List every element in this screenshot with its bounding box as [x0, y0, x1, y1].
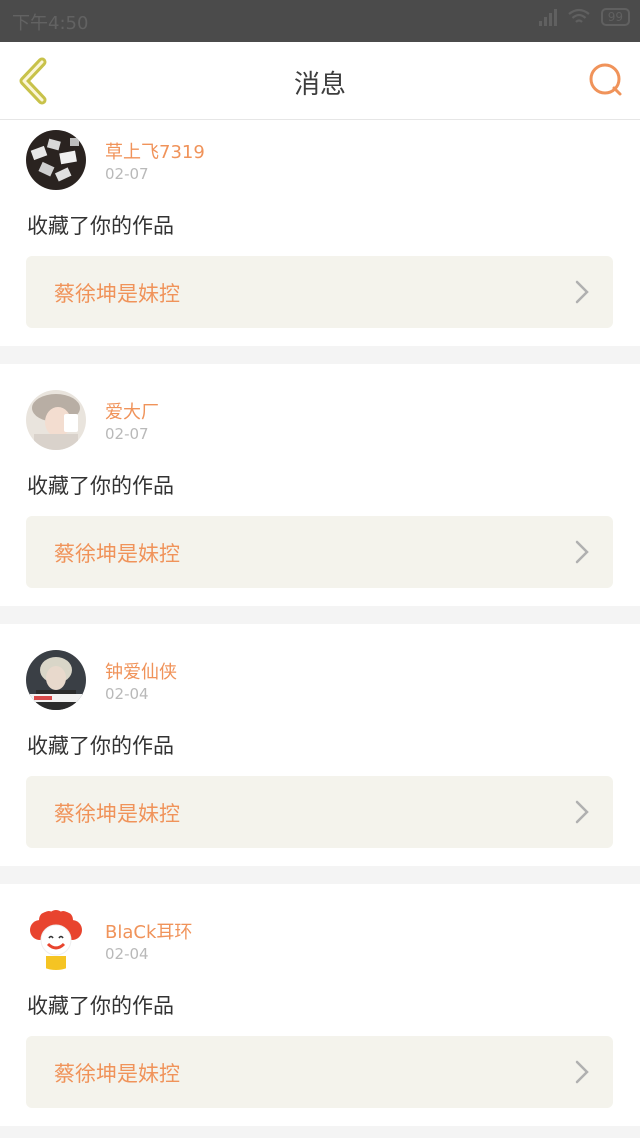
work-title: 蔡徐坤是妹控 [54, 282, 180, 306]
username[interactable]: 爱大厂 [105, 398, 159, 424]
chevron-right-icon [575, 1060, 589, 1084]
notification-card: BlaCk耳环 02-04 收藏了你的作品 蔡徐坤是妹控 [0, 884, 640, 1126]
status-indicators: 99 [538, 8, 630, 26]
avatar[interactable] [26, 650, 86, 710]
chevron-right-icon [575, 280, 589, 304]
notification-date: 02-07 [105, 165, 149, 183]
search-button[interactable] [586, 60, 626, 100]
page-title: 消息 [293, 70, 346, 100]
wifi-icon [568, 8, 590, 23]
chevron-right-icon [575, 800, 589, 824]
nav-bar: 消息 [0, 42, 640, 120]
notification-text: 收藏了你的作品 [27, 994, 174, 1018]
notification-date: 02-07 [105, 425, 149, 443]
work-link[interactable]: 蔡徐坤是妹控 [26, 256, 613, 328]
avatar[interactable] [26, 130, 86, 190]
work-link[interactable]: 蔡徐坤是妹控 [26, 516, 613, 588]
signal-icon [538, 8, 557, 26]
notification-text: 收藏了你的作品 [27, 474, 174, 498]
work-title: 蔡徐坤是妹控 [54, 542, 180, 566]
notification-card: 爱大厂 02-07 收藏了你的作品 蔡徐坤是妹控 [0, 364, 640, 606]
notification-text: 收藏了你的作品 [27, 214, 174, 238]
username[interactable]: BlaCk耳环 [105, 918, 192, 944]
notification-date: 02-04 [105, 945, 149, 963]
chevron-right-icon [575, 540, 589, 564]
notification-card: 草上飞7319 02-07 收藏了你的作品 蔡徐坤是妹控 [0, 120, 640, 346]
avatar[interactable] [26, 910, 86, 970]
notification-text: 收藏了你的作品 [27, 734, 174, 758]
notification-card: 钟爱仙侠 02-04 收藏了你的作品 蔡徐坤是妹控 [0, 624, 640, 866]
work-link[interactable]: 蔡徐坤是妹控 [26, 776, 613, 848]
status-bar: 下午4:50 99 [0, 0, 640, 42]
notification-date: 02-04 [105, 685, 149, 703]
work-link[interactable]: 蔡徐坤是妹控 [26, 1036, 613, 1108]
status-time: 下午4:50 [12, 13, 89, 34]
search-icon [589, 63, 622, 96]
avatar[interactable] [26, 390, 86, 450]
work-title: 蔡徐坤是妹控 [54, 1062, 180, 1086]
work-title: 蔡徐坤是妹控 [54, 802, 180, 826]
battery-icon: 99 [600, 8, 630, 26]
username[interactable]: 草上飞7319 [105, 138, 205, 164]
username[interactable]: 钟爱仙侠 [105, 658, 177, 684]
